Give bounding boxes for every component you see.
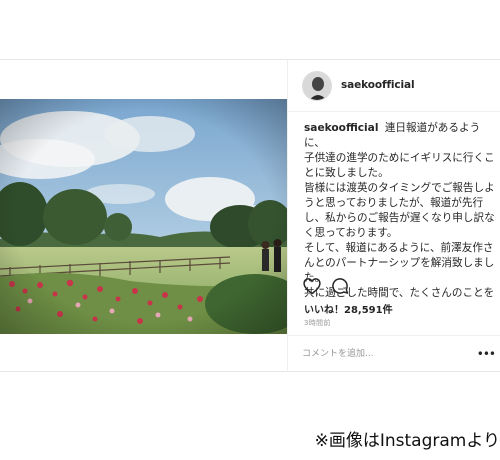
post-header: saekoofficial bbox=[288, 60, 500, 112]
avatar[interactable] bbox=[302, 71, 332, 101]
instagram-post: saekoofficial saekoofficial 連日報道があるように、 … bbox=[0, 59, 500, 372]
image-credit: ※画像はInstagramより bbox=[314, 431, 500, 451]
comment-icon bbox=[332, 278, 349, 294]
post-timestamp: 3時間前 bbox=[304, 319, 331, 327]
caption-username[interactable]: saekoofficial bbox=[304, 122, 378, 134]
caption-line: 子供達の進学のためにイギリスに行くことに致しました。 bbox=[304, 152, 495, 179]
screenshot: saekoofficial saekoofficial 連日報道があるように、 … bbox=[0, 0, 500, 460]
like-button[interactable] bbox=[302, 276, 324, 298]
post-photo[interactable] bbox=[0, 99, 287, 334]
comment-input[interactable] bbox=[302, 346, 472, 362]
comment-button[interactable] bbox=[330, 276, 352, 298]
landscape-photo bbox=[0, 99, 287, 334]
avatar-image bbox=[303, 72, 331, 100]
heart-icon bbox=[303, 278, 321, 295]
more-options-button[interactable]: ••• bbox=[477, 347, 496, 361]
username-link[interactable]: saekoofficial bbox=[341, 79, 415, 91]
post-actions bbox=[302, 276, 492, 300]
like-count[interactable]: いいね！28,591件 bbox=[304, 301, 393, 316]
post-side-panel: saekoofficial saekoofficial 連日報道があるように、 … bbox=[287, 60, 500, 372]
comment-box: ••• bbox=[288, 335, 500, 372]
caption-line: 皆様には渡英のタイミングでご報告しようと思っておりましたが、報道が先行し、私から… bbox=[304, 182, 495, 239]
